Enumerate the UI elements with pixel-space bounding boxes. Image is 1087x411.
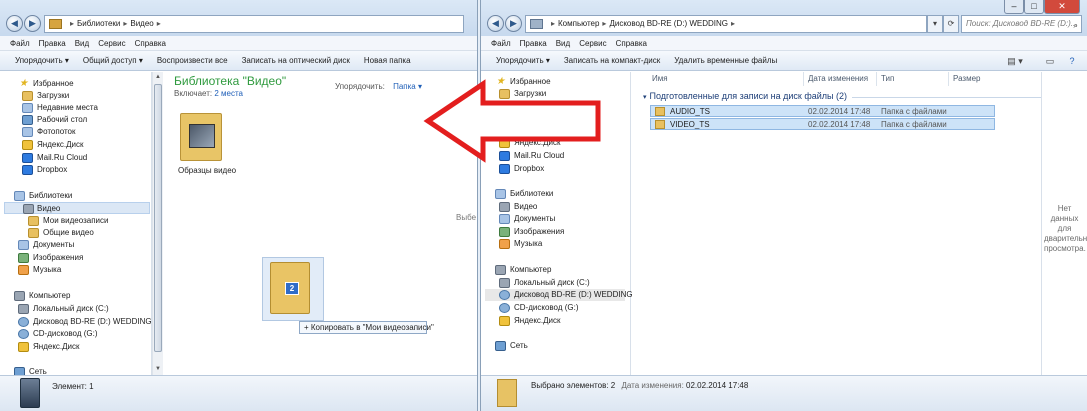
red-arrow-annotation	[423, 79, 601, 163]
arrow-shape	[423, 79, 601, 163]
